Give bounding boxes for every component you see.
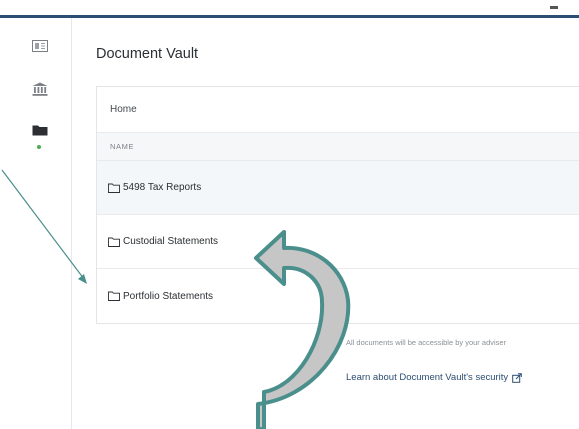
folder-row-label: 5498 Tax Reports bbox=[123, 182, 202, 193]
name-column-header[interactable]: NAME bbox=[97, 133, 579, 161]
adviser-access-note: All documents will be accessible by your… bbox=[346, 338, 507, 347]
folder-outline-icon bbox=[108, 183, 120, 193]
sidebar-item-news[interactable] bbox=[28, 35, 52, 57]
sidebar-item-bank[interactable] bbox=[28, 78, 52, 100]
security-info-link[interactable]: Learn about Document Vault's security bbox=[346, 372, 522, 383]
page-title: Document Vault bbox=[96, 46, 199, 62]
sidebar bbox=[0, 18, 72, 429]
external-link-icon bbox=[512, 372, 522, 383]
folder-row-custodial-statements[interactable]: Custodial Statements bbox=[97, 215, 579, 269]
folder-row-5498-tax-reports[interactable]: 5498 Tax Reports bbox=[97, 161, 579, 215]
bank-icon bbox=[32, 82, 48, 96]
folder-row-label: Custodial Statements bbox=[123, 236, 219, 247]
folder-row-label: Portfolio Statements bbox=[123, 290, 214, 302]
folder-outline-icon bbox=[108, 237, 120, 247]
folder-icon bbox=[32, 125, 48, 136]
news-icon bbox=[32, 40, 48, 52]
breadcrumb: Home bbox=[97, 87, 579, 133]
folder-outline-icon bbox=[108, 291, 120, 301]
security-link-label: Learn about Document Vault's security bbox=[346, 372, 509, 383]
active-indicator-dot bbox=[37, 145, 41, 149]
document-vault-panel: Home NAME 5498 Tax Reports Custodial Sta… bbox=[96, 86, 579, 324]
folder-row-portfolio-statements[interactable]: Portfolio Statements bbox=[97, 269, 579, 323]
top-bar bbox=[0, 0, 579, 18]
sidebar-item-document-vault[interactable] bbox=[28, 119, 52, 141]
breadcrumb-home-link[interactable]: Home bbox=[110, 104, 137, 115]
user-menu-icon[interactable] bbox=[547, 0, 561, 10]
